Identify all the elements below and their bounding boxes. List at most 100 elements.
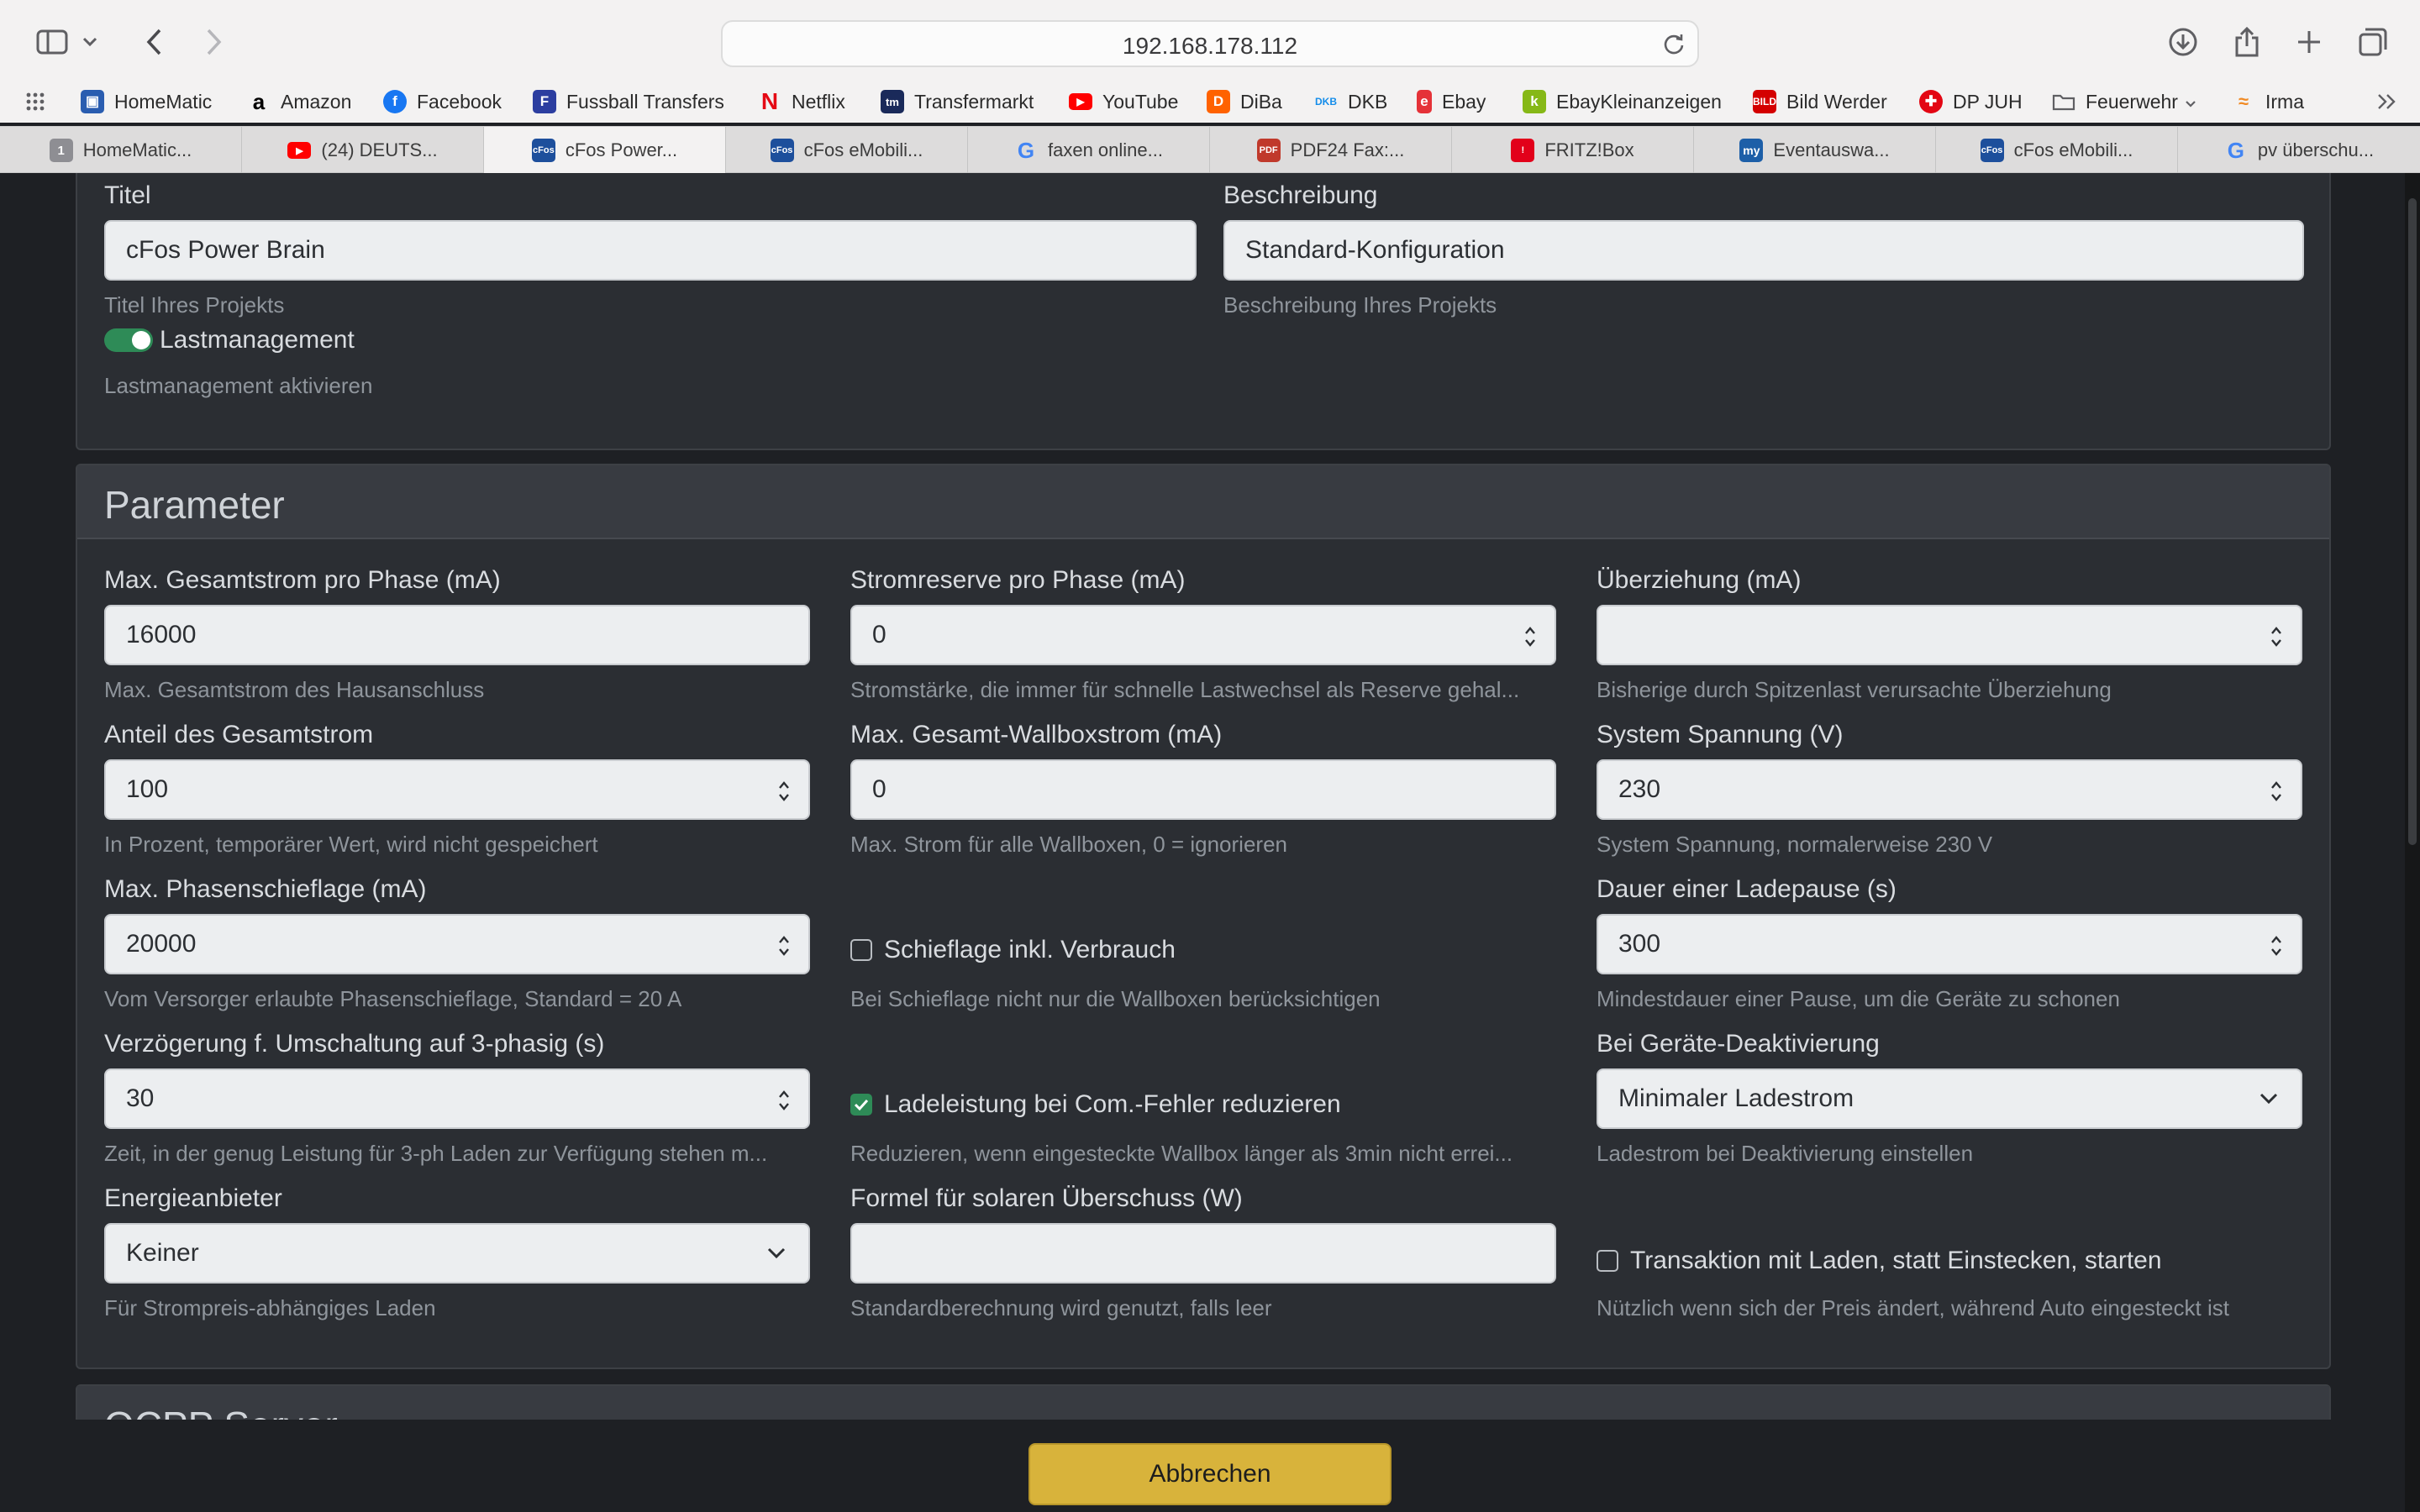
juh-icon: ✚ [1919, 90, 1943, 113]
share-icon[interactable] [2227, 22, 2267, 62]
load-management-help: Lastmanagement aktivieren [104, 373, 373, 398]
diba-icon: D [1207, 90, 1230, 113]
tab-pv-ueberschuss[interactable]: Gpv überschu... [2178, 127, 2420, 174]
transaction-start-checkbox[interactable] [1597, 1250, 1618, 1272]
bookmark-dkb[interactable]: DKB DKB [1314, 81, 1387, 123]
title-input[interactable]: cFos Power Brain [104, 220, 1197, 281]
charge-pause-help: Mindestdauer einer Pause, um die Geräte … [1597, 986, 2120, 1011]
more-bookmarks-icon[interactable] [2376, 81, 2398, 123]
bookmark-bild-werder[interactable]: BILD Bild Werder [1753, 81, 1887, 123]
ebay-icon: e [1417, 90, 1432, 113]
reduce-on-com-error-help: Reduzieren, wenn eingesteckte Wallbox lä… [850, 1141, 1513, 1166]
chevron-down-icon[interactable] [77, 22, 103, 62]
fritzbox-icon: ! [1511, 139, 1535, 162]
spinner-icon[interactable] [778, 780, 790, 803]
tab-overview-icon[interactable] [2353, 22, 2393, 62]
apps-grid-icon[interactable] [25, 81, 45, 123]
tab-pdf24-fax[interactable]: PDF PDF24 Fax:... [1210, 127, 1452, 174]
charge-pause-input[interactable]: 300 [1597, 914, 2302, 974]
current-reserve-input[interactable]: 0 [850, 605, 1556, 665]
address-bar[interactable]: 192.168.178.112 [721, 20, 1699, 67]
netflix-icon: N [760, 88, 779, 114]
chevron-down-icon [2185, 91, 2196, 113]
forward-icon[interactable] [193, 22, 234, 62]
spinner-icon[interactable] [2270, 625, 2282, 648]
tab-homematic[interactable]: 1 HomeMatic... [0, 127, 242, 174]
bookmark-homematic[interactable]: ▣ HomeMatic [81, 81, 212, 123]
system-voltage-input[interactable]: 230 [1597, 759, 2302, 820]
spinner-icon[interactable] [1524, 625, 1536, 648]
bookmark-facebook[interactable]: f Facebook [383, 81, 502, 123]
max-total-current-help: Max. Gesamtstrom des Hausanschluss [104, 677, 485, 702]
delay-3phase-label: Verzögerung f. Umschaltung auf 3-phasig … [104, 1030, 605, 1058]
bookmark-youtube[interactable]: ▶ YouTube [1069, 81, 1178, 123]
max-phase-imbalance-input[interactable]: 20000 [104, 914, 810, 974]
imbalance-incl-consumption-checkbox[interactable] [850, 939, 872, 961]
description-input[interactable]: Standard-Konfiguration [1223, 220, 2304, 281]
max-total-current-input[interactable]: 16000 [104, 605, 810, 665]
bookmark-irma[interactable]: ≈ Irma [2232, 81, 2304, 123]
delay-3phase-input[interactable]: 30 [104, 1068, 810, 1129]
parameter-card: Parameter Max. Gesamtstrom pro Phase (mA… [76, 464, 2331, 1369]
reload-icon[interactable] [1662, 32, 1686, 60]
transfermarkt-icon: tm [881, 90, 904, 113]
tab-fritzbox[interactable]: ! FRITZ!Box [1452, 127, 1694, 174]
checkmark-icon [854, 1099, 869, 1111]
solar-formula-input[interactable] [850, 1223, 1556, 1284]
bookmark-netflix[interactable]: N Netflix [758, 81, 845, 123]
max-total-current-label: Max. Gesamtstrom pro Phase (mA) [104, 566, 501, 594]
irma-icon: ≈ [2238, 91, 2249, 112]
tab-cfos-emobility-2[interactable]: cFos cFos eMobili... [1936, 127, 2178, 174]
load-management-toggle[interactable] [104, 328, 153, 352]
browser-toolbar: 192.168.178.112 [0, 0, 2420, 86]
device-deactivation-select[interactable]: Minimaler Ladestrom [1597, 1068, 2302, 1129]
sidebar-toggle-icon[interactable] [32, 22, 72, 62]
bookmark-transfermarkt[interactable]: tm Transfermarkt [881, 81, 1034, 123]
energy-provider-label: Energieanbieter [104, 1184, 282, 1212]
bookmark-ebay[interactable]: e Ebay [1417, 81, 1486, 123]
tab-eventauswahl[interactable]: my Eventauswa... [1694, 127, 1936, 174]
bookmark-ebaykleinanzeigen[interactable]: k EbayKleinanzeigen [1523, 81, 1722, 123]
bookmark-amazon[interactable]: a Amazon [247, 81, 352, 123]
tab-faxen-online[interactable]: Gfaxen online... [968, 127, 1210, 174]
spinner-icon[interactable] [2270, 934, 2282, 958]
tab-cfos-power[interactable]: cFos cFos Power... [484, 127, 726, 174]
new-tab-icon[interactable] [2289, 22, 2329, 62]
imbalance-incl-consumption-label: Schieflage inkl. Verbrauch [884, 936, 1176, 963]
delay-3phase-value: 30 [126, 1084, 155, 1112]
bookmarks-bar: ▣ HomeMatic a Amazon f Facebook F Fussball T… [0, 81, 2420, 123]
imbalance-incl-consumption-help: Bei Schieflage nicht nur die Wallboxen b… [850, 986, 1381, 1011]
youtube-icon: ▶ [287, 142, 312, 159]
tab-cfos-emobility-1[interactable]: cFos cFos eMobili... [726, 127, 968, 174]
charge-pause-value: 300 [1618, 930, 1661, 958]
back-icon[interactable] [134, 22, 175, 62]
energy-provider-select[interactable]: Keiner [104, 1223, 810, 1284]
bookmark-folder-feuerwehr[interactable]: Feuerwehr [2052, 81, 2196, 123]
overdraw-input[interactable] [1597, 605, 2302, 665]
share-total-input[interactable]: 100 [104, 759, 810, 820]
description-help: Beschreibung Ihres Projekts [1223, 292, 1497, 318]
transaction-start-row: Transaktion mit Laden, statt Einstecken,… [1597, 1247, 2162, 1275]
bookmark-diba[interactable]: D DiBa [1207, 81, 1282, 123]
url-text[interactable]: 192.168.178.112 [723, 33, 1697, 60]
max-wallbox-current-input[interactable]: 0 [850, 759, 1556, 820]
cancel-button[interactable]: Abbrechen [1028, 1443, 1392, 1505]
tab-youtube[interactable]: ▶ (24) DEUTS... [242, 127, 484, 174]
bild-icon: BILD [1753, 90, 1776, 113]
max-wallbox-current-label: Max. Gesamt-Wallboxstrom (mA) [850, 721, 1223, 748]
bookmark-fussball-transfers[interactable]: F Fussball Transfers [533, 81, 724, 123]
spinner-icon[interactable] [778, 934, 790, 958]
spinner-icon[interactable] [2270, 780, 2282, 803]
description-label: Beschreibung [1223, 181, 1378, 209]
solar-formula-help: Standardberechnung wird genutzt, falls l… [850, 1295, 1272, 1320]
tab-bar: 1 HomeMatic... ▶ (24) DEUTS... cFos cFos Po… [0, 126, 2420, 174]
current-reserve-label: Stromreserve pro Phase (mA) [850, 566, 1186, 594]
overdraw-label: Überziehung (mA) [1597, 566, 1802, 594]
myhomematic-icon: my [1739, 139, 1764, 162]
page-scrollbar[interactable] [2405, 173, 2420, 1512]
download-icon[interactable] [2163, 22, 2203, 62]
scrollbar-thumb[interactable] [2408, 198, 2417, 845]
bookmark-dp-juh[interactable]: ✚ DP JUH [1919, 81, 2023, 123]
reduce-on-com-error-checkbox[interactable] [850, 1094, 872, 1116]
spinner-icon[interactable] [778, 1089, 790, 1112]
